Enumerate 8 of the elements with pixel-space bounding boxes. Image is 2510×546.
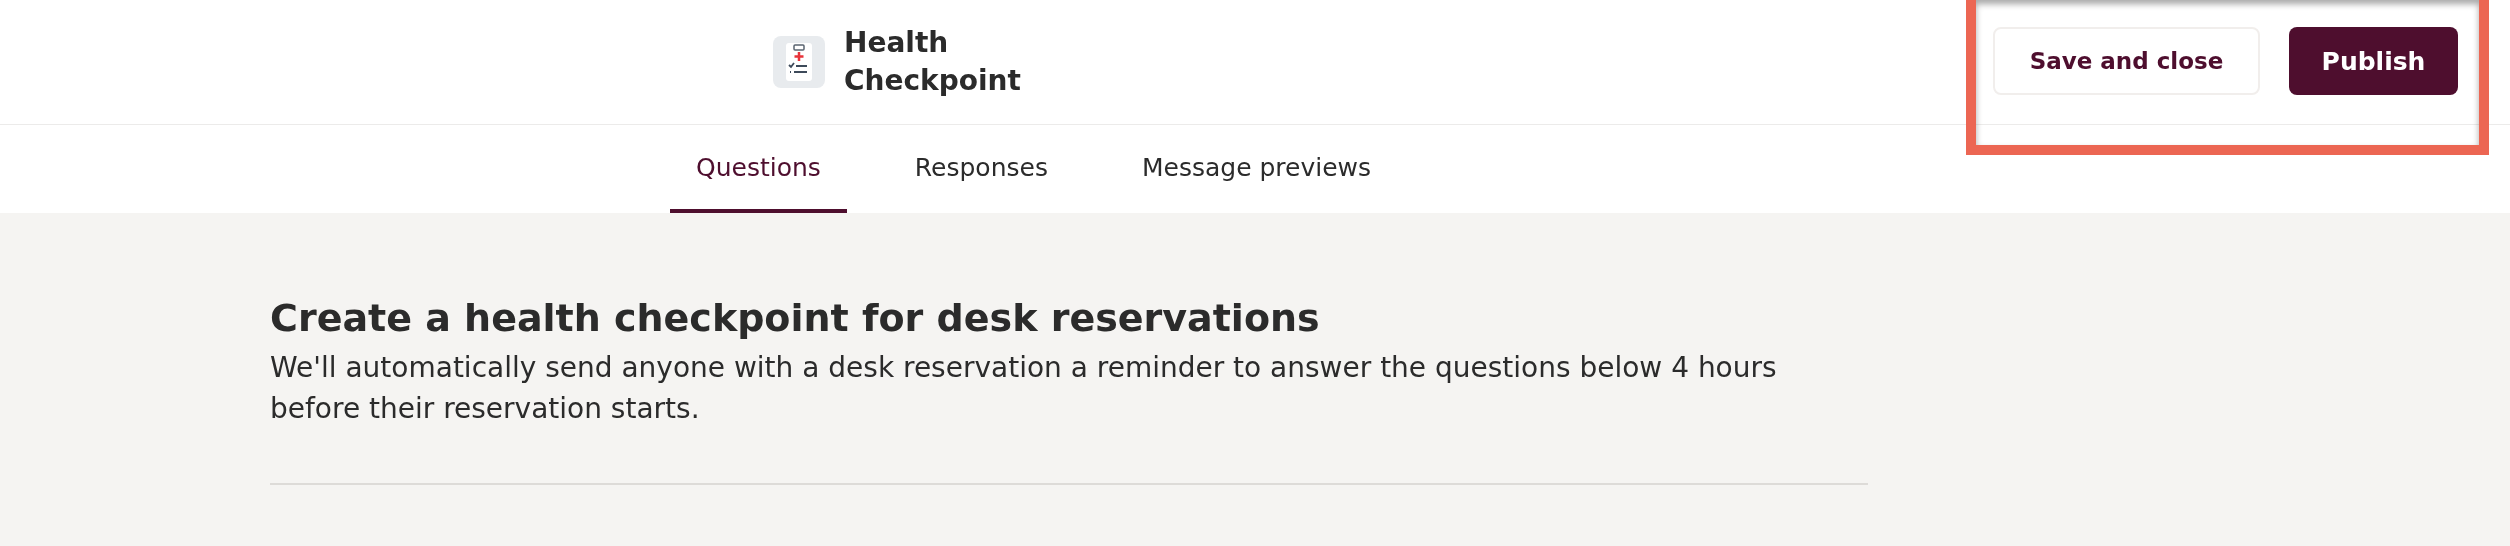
tab[interactable]: Responses	[888, 125, 1074, 213]
tab[interactable]: Questions	[670, 125, 847, 213]
page-description: We'll automatically send anyone with a desk reservation a reminder to answer the questions below 4 hours before their reservation starts.	[270, 350, 1778, 427]
publish-button[interactable]: Publish	[2289, 27, 2458, 95]
save-button[interactable]: Save and close	[1993, 27, 2260, 95]
tab[interactable]: Message previews	[1115, 125, 1398, 213]
app-title: Health Checkpoint	[844, 25, 1022, 99]
page-heading: Create a health checkpoint for desk reservations	[270, 295, 1321, 342]
